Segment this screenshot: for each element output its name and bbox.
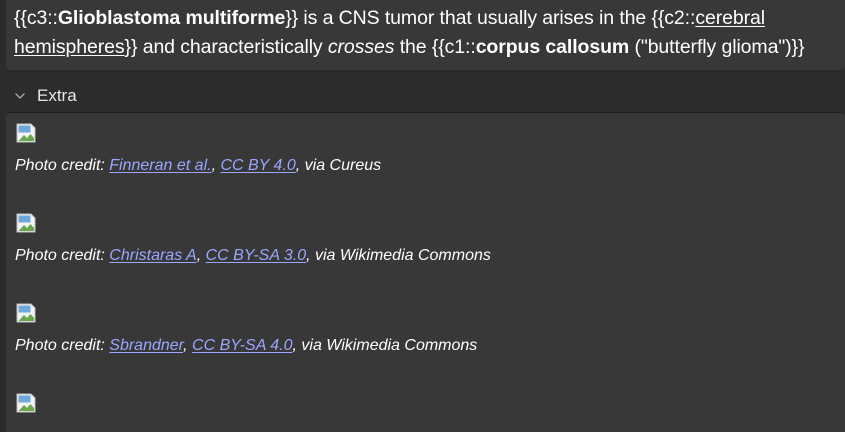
cloze-text-field[interactable]: {{c3::Glioblastoma multiforme}} is a CNS… [6,0,845,70]
cloze-line-2: hemispheres}} and characteristically cro… [14,33,837,62]
extra-field[interactable]: Photo credit: Finneran et al., CC BY 4.0… [6,112,845,432]
credit-license-link[interactable]: CC BY-SA 4.0 [192,337,292,354]
photo-credit-1: Photo credit: Finneran et al., CC BY 4.0… [15,157,381,175]
photo-credit-2: Photo credit: Christaras A, CC BY-SA 3.0… [15,247,491,265]
extra-section-toggle[interactable]: Extra [13,84,77,108]
photo-credit-separator: , [183,337,193,354]
photo-credit-prefix: Photo credit: [15,337,110,354]
chevron-down-icon [15,93,25,99]
photo-credit-source: , via Wikimedia Commons [306,247,491,264]
photo-credit-separator: , [196,247,206,264]
cloze-c1-rest: ("butterfly glioma")}} [629,36,805,58]
broken-image-icon [16,393,36,413]
cloze-text-and: and characteristically [137,36,328,58]
photo-credit-prefix: Photo credit: [15,157,110,174]
cloze-c2-term-part2: hemispheres [14,36,125,58]
credit-author-link[interactable]: Christaras A [109,247,196,264]
photo-credit-source: , via Wikimedia Commons [292,337,478,354]
photo-credit-3: Photo credit: Sbrandner, CC BY-SA 4.0, v… [15,337,477,355]
photo-credit-prefix: Photo credit: [15,247,110,264]
cloze-text-the: the [394,36,432,58]
broken-image-icon [16,213,36,233]
photo-credit-source: , via Cureus [295,157,382,174]
broken-image-icon [16,123,36,143]
cloze-c3-term: Glioblastoma multiforme [57,7,286,29]
extra-section-label: Extra [37,86,77,105]
cloze-text-middle: is a CNS tumor that usually arises in th… [298,7,652,29]
cloze-c3-open: {{c3:: [14,7,58,29]
credit-author-link[interactable]: Finneran et al. [109,157,211,174]
cloze-line-1: {{c3::Glioblastoma multiforme}} is a CNS… [14,4,837,33]
credit-license-link[interactable]: CC BY 4.0 [220,157,295,174]
credit-author-link[interactable]: Sbrandner [109,337,183,354]
cloze-text-crosses: crosses [327,36,395,58]
cloze-c2-term-part1: cerebral [695,7,765,29]
cloze-c2-open: {{c2:: [651,7,696,29]
credit-license-link[interactable]: CC BY-SA 3.0 [206,247,306,264]
cloze-c1-open: {{c1:: [431,36,476,58]
broken-image-icon [16,303,36,323]
cloze-c2-close: }} [124,36,138,58]
cloze-c3-close: }} [285,7,299,29]
cloze-c1-term: corpus callosum [475,36,630,58]
